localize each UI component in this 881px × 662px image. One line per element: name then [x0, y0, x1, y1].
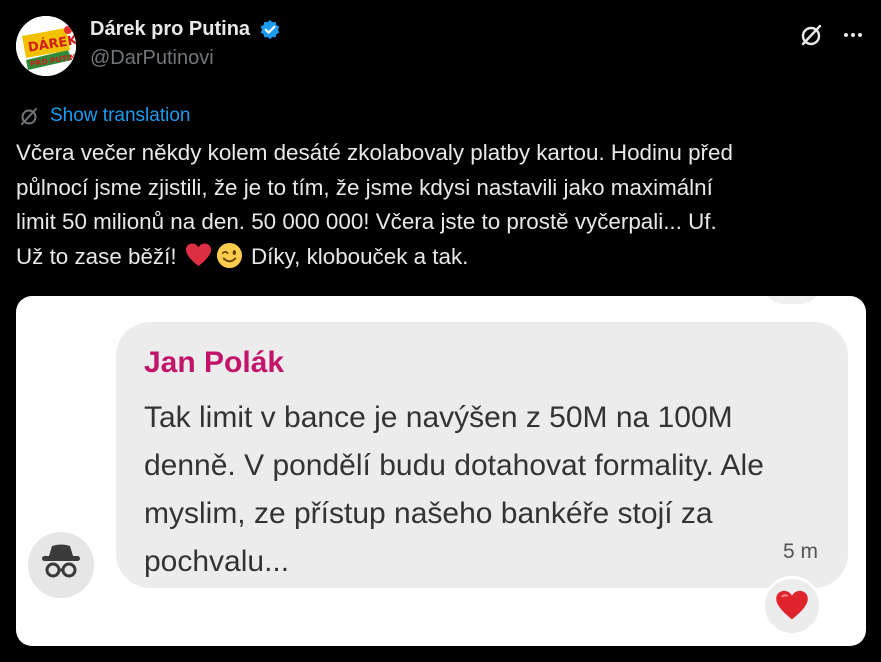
tweet-line: limit 50 milionů na den. 50 000 000! Vče…	[16, 209, 717, 234]
chat-message-bubble: Jan Polák Tak limit v bance je navýšen z…	[116, 322, 848, 588]
grok-translate-icon	[21, 108, 37, 125]
grok-icon[interactable]	[798, 22, 824, 48]
message-sender: Jan Polák	[144, 346, 285, 379]
tweet-line: Už to zase běží!	[16, 243, 177, 269]
avatar-logo-icon: DÁREK PRO PUTINA	[16, 16, 76, 76]
previous-reaction-peek	[762, 296, 822, 304]
winking-face-emoji-icon	[216, 242, 242, 268]
show-translation[interactable]: Show translation	[18, 104, 190, 128]
tweet-line: Díky, klobouček a tak.	[251, 243, 469, 269]
more-options-icon[interactable]	[840, 22, 866, 48]
message-time: 5 m	[782, 540, 818, 563]
show-translation-link[interactable]: Show translation	[50, 105, 190, 127]
red-heart-emoji-icon	[185, 242, 211, 266]
user-handle[interactable]: @DarPutinovi	[90, 47, 281, 70]
tweet-text: Včera večer někdy kolem desáté zkolabova…	[16, 136, 872, 274]
incognito-avatar-icon	[28, 532, 94, 598]
profile-avatar[interactable]: DÁREK PRO PUTINA	[16, 16, 76, 76]
tweet-media-image[interactable]: Jan Polák Tak limit v bance je navýšen z…	[16, 296, 866, 646]
tweet-header: DÁREK PRO PUTINA Dárek pro Putina @DarPu…	[16, 14, 866, 76]
heart-reaction-icon	[762, 576, 822, 636]
tweet-line: Včera večer někdy kolem desáté zkolabova…	[16, 140, 733, 165]
tweet-line: půlnocí jsme zjistili, že je to tím, že …	[16, 174, 713, 200]
display-name[interactable]: Dárek pro Putina	[90, 18, 250, 41]
verified-badge-icon[interactable]	[259, 19, 281, 41]
message-text: Tak limit v bance je navýšen z 50M na 10…	[144, 401, 764, 578]
